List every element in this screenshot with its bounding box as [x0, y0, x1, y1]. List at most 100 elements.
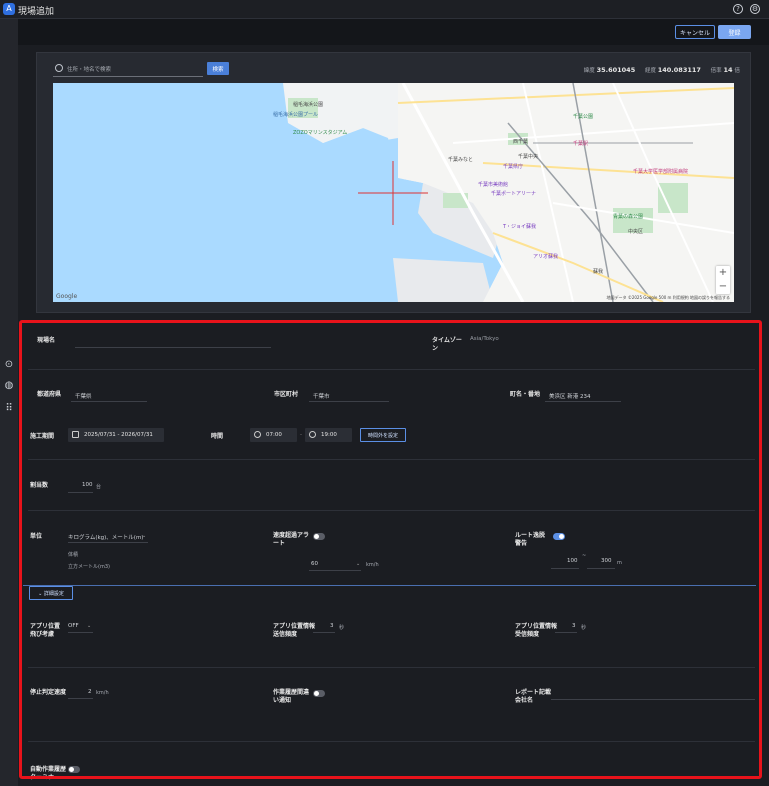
volume-value: 立方メートル(m3)	[68, 564, 110, 570]
city-underline	[309, 401, 389, 402]
route-min-input[interactable]: 100	[567, 558, 578, 564]
receive-frequency-underline	[555, 632, 577, 633]
window-title: 現場追加	[18, 7, 55, 17]
send-frequency-input[interactable]: 3	[330, 623, 334, 629]
map-label: 千葉県庁	[503, 164, 524, 170]
allocation-unit: 台	[96, 484, 102, 490]
address-search-input[interactable]	[67, 65, 201, 75]
receive-frequency-input[interactable]: 3	[572, 623, 576, 629]
town-underline	[545, 401, 621, 402]
speed-alert-toggle[interactable]	[313, 533, 325, 540]
cancel-button[interactable]: キャンセル	[675, 25, 715, 39]
main-content: キャンセル 登録 検索 緯度 35.601045 経度 140.083117 倍…	[18, 19, 769, 786]
zoom-out-button[interactable]: −	[716, 280, 730, 294]
site-name-underline	[75, 347, 271, 348]
map-label: 稲毛海浜公園プール	[273, 112, 319, 118]
city-label: 市区町村	[274, 391, 299, 398]
title-bar: A 現場追加 ? ⚙	[0, 0, 769, 19]
search-button[interactable]: 検索	[207, 62, 229, 75]
timezone-value: Asia/Tokyo	[470, 336, 499, 342]
send-frequency-underline	[313, 632, 335, 633]
map-label: アリオ蘇我	[533, 254, 559, 260]
prefecture-label: 都道府県	[37, 391, 62, 398]
unit-label: 単位	[30, 533, 43, 540]
time-separator: -	[300, 432, 302, 438]
prefecture-input[interactable]: 千葉県	[75, 392, 92, 400]
chevron-down-icon: ⌄	[142, 533, 147, 539]
zoom-label: 倍率	[710, 68, 722, 74]
globe-icon[interactable]: ◍	[3, 380, 15, 392]
map-label: 千葉大学医学部附属病院	[633, 169, 689, 175]
longitude-label: 経度	[644, 68, 656, 74]
speed-limit-underline	[309, 570, 361, 571]
town-input[interactable]: 美浜区 新港 234	[549, 392, 591, 400]
route-min-underline	[551, 568, 579, 569]
report-company-label: レポート記載会社名	[515, 689, 552, 704]
route-range-separator: ~	[582, 553, 587, 559]
route-alert-toggle[interactable]	[553, 533, 565, 540]
chevron-down-icon: ⌄	[87, 623, 92, 629]
map-label: 稲毛海浜公園	[293, 102, 324, 108]
prefecture-underline	[71, 401, 147, 402]
save-button[interactable]: 登録	[718, 25, 751, 39]
route-max-input[interactable]: 300	[601, 558, 612, 564]
work-history-toggle[interactable]	[313, 690, 325, 697]
stop-speed-unit: km/h	[96, 690, 109, 696]
route-max-underline	[587, 568, 615, 569]
chevron-down-icon: ⌄	[356, 561, 361, 567]
clock-icon	[254, 431, 261, 438]
coordinate-readout: 緯度 35.601045 経度 140.083117 倍率 14 倍	[584, 66, 740, 74]
speed-limit-unit: km/h	[366, 562, 379, 568]
end-time-picker[interactable]: 19:00	[305, 428, 352, 442]
period-date-picker[interactable]: 2025/07/31 - 2026/07/31	[68, 428, 164, 442]
report-company-underline	[551, 699, 755, 700]
stop-speed-input[interactable]: 2	[88, 689, 92, 695]
work-history-label: 作業履歴間違い通知	[273, 689, 310, 704]
stop-speed-label: 停止判定速度	[30, 689, 67, 696]
send-frequency-label: アプリ位置情報送信頻度	[273, 623, 316, 638]
google-logo: Google	[56, 293, 78, 300]
map-attribution: 地図データ ©2025 Google 500 m 利用規約 地図の誤りを報告する	[606, 295, 730, 300]
search-icon	[55, 64, 63, 72]
map-label: 千葉中央	[518, 154, 539, 160]
app-position-select[interactable]: OFF	[68, 623, 79, 629]
map-label: ZOZOマリンスタジアム	[293, 130, 348, 136]
volume-label: 体積	[68, 552, 79, 558]
site-name-label: 現場名	[37, 337, 56, 344]
help-icon[interactable]: ?	[733, 4, 743, 14]
speed-limit-input[interactable]: 60	[311, 561, 318, 567]
map-label: 千葉公園	[573, 114, 594, 120]
allocation-underline	[68, 492, 93, 493]
site-form: 現場名 タイムゾーン Asia/Tokyo 都道府県 千葉県 市区町村 千葉市 …	[23, 325, 769, 786]
map-view[interactable]: 稲毛海浜公園 稲毛海浜公園プール ZOZOマリンスタジアム 千葉ポートアリーナ …	[53, 83, 734, 302]
map-label: 千葉市美術館	[478, 182, 509, 188]
advanced-settings-button[interactable]: ⌄ 詳細設定	[29, 586, 73, 600]
location-pin-icon[interactable]: ⊙	[3, 359, 15, 371]
zoom-value: 14	[723, 66, 733, 74]
end-time-value: 19:00	[321, 432, 337, 438]
stop-speed-underline	[68, 698, 93, 699]
start-time-picker[interactable]: 07:00	[250, 428, 297, 442]
row-divider	[28, 741, 755, 742]
longitude-value: 140.083117	[657, 66, 701, 74]
row-divider	[28, 459, 755, 460]
zoom-in-button[interactable]: +	[716, 266, 730, 280]
auto-work-toggle[interactable]	[68, 766, 80, 773]
city-input[interactable]: 千葉市	[313, 392, 330, 400]
period-label: 施工期間	[30, 433, 55, 440]
settings-icon[interactable]: ⚙	[750, 4, 760, 14]
latitude-value: 35.601045	[596, 66, 636, 74]
time-label: 時間	[211, 433, 224, 440]
allocation-label: 割当数	[30, 482, 49, 489]
grid-menu-icon[interactable]: ⠿	[3, 403, 15, 415]
receive-frequency-unit: 秒	[581, 625, 587, 631]
start-time-value: 07:00	[266, 432, 282, 438]
map-label: 千葉駅	[573, 141, 589, 147]
unit-underline	[68, 542, 148, 543]
zoom-unit: 倍	[734, 68, 740, 74]
allocation-input[interactable]: 100	[82, 482, 93, 488]
overtime-button[interactable]: 時間外を設定	[360, 428, 406, 442]
unit-select[interactable]: キログラム(kg)、メートル(m)	[68, 533, 143, 541]
receive-frequency-label: アプリ位置情報受信頻度	[515, 623, 558, 638]
route-unit: m	[617, 560, 622, 566]
